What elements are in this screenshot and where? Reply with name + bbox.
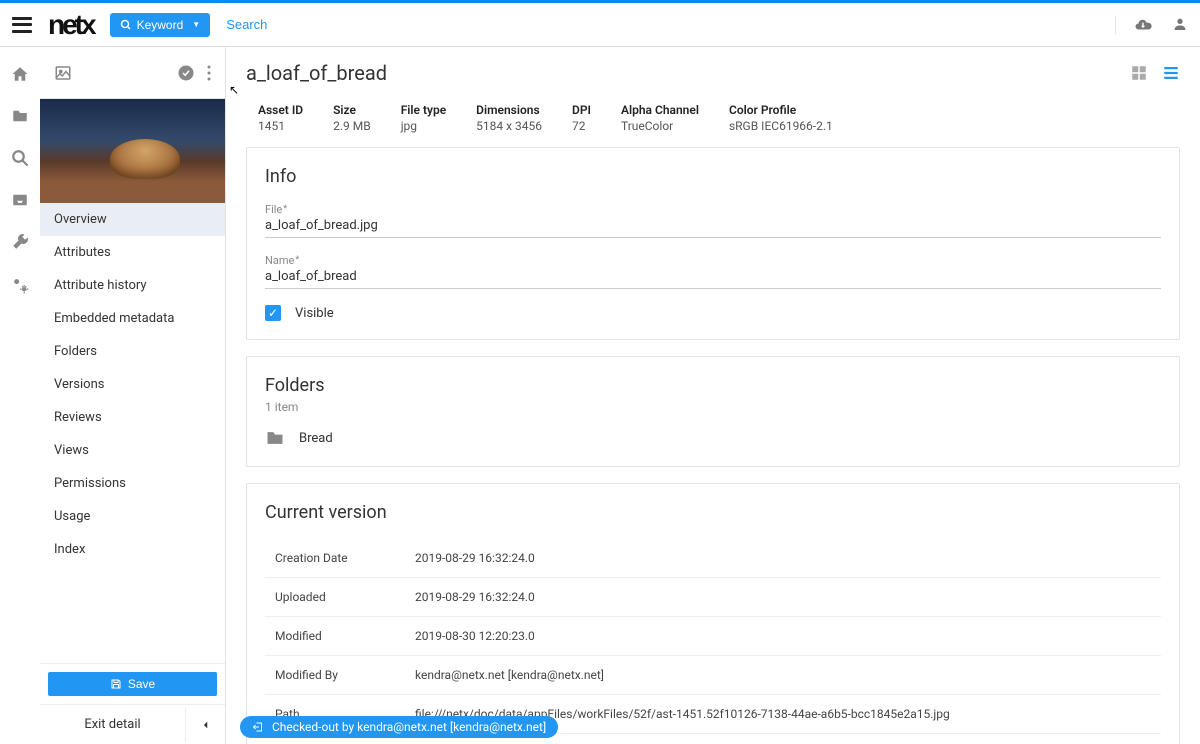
version-card: Current version Creation Date2019-08-29 …: [246, 483, 1180, 744]
info-card: Info File a_loaf_of_bread.jpg Name a_loa…: [246, 147, 1180, 340]
meta-file-type: File typejpg: [401, 103, 446, 133]
search-input[interactable]: [226, 17, 402, 32]
search-nav-icon[interactable]: [11, 149, 29, 167]
visible-checkbox[interactable]: ✓: [265, 305, 281, 321]
caret-down-icon: ▼: [192, 20, 200, 29]
table-row: Modified Bykendra@netx.net [kendra@netx.…: [265, 655, 1161, 694]
collapse-button[interactable]: [185, 708, 225, 742]
checkedout-text: Checked-out by kendra@netx.net [kendra@n…: [272, 720, 546, 734]
folder-icon[interactable]: [11, 107, 29, 125]
app-header: netx Keyword ▼: [0, 3, 1200, 47]
inbox-icon[interactable]: [11, 191, 29, 209]
nav-reviews[interactable]: Reviews: [40, 401, 225, 434]
folders-title: Folders: [265, 375, 1161, 396]
content: ↖ a_loaf_of_bread Asset ID1451 Size2.9 M…: [226, 47, 1200, 744]
cursor-icon: ↖: [229, 83, 239, 97]
nav-usage[interactable]: Usage: [40, 500, 225, 533]
keyword-label: Keyword: [137, 18, 184, 32]
file-label: File: [265, 203, 1161, 216]
image-icon[interactable]: [54, 64, 72, 82]
search-icon: [120, 19, 132, 31]
table-row: Uploaded2019-08-29 16:32:24.0: [265, 577, 1161, 616]
meta-asset-id: Asset ID1451: [258, 103, 303, 133]
asset-thumbnail[interactable]: [40, 99, 225, 203]
nav-overview[interactable]: Overview: [40, 203, 225, 236]
save-label: Save: [128, 677, 155, 691]
checkout-icon: [252, 721, 264, 733]
meta-dpi: DPI72: [572, 103, 591, 133]
icon-sidebar: [0, 47, 40, 744]
nav-embedded-metadata[interactable]: Embedded metadata: [40, 302, 225, 335]
name-value: a_loaf_of_bread: [265, 269, 1161, 289]
save-icon: [110, 678, 122, 690]
hamburger-icon: [12, 17, 32, 33]
folders-count: 1 item: [265, 400, 1161, 414]
asset-title: a_loaf_of_bread: [246, 61, 387, 85]
version-title: Current version: [265, 502, 1161, 523]
grid-view-icon[interactable]: [1130, 64, 1148, 82]
meta-dimensions: Dimensions5184 x 3456: [476, 103, 542, 133]
save-button[interactable]: Save: [48, 672, 217, 696]
name-label: Name: [265, 254, 1161, 267]
exit-detail-button[interactable]: Exit detail: [40, 705, 185, 744]
visible-label: Visible: [295, 306, 334, 321]
nav-folders[interactable]: Folders: [40, 335, 225, 368]
checked-out-pill: Checked-out by kendra@netx.net [kendra@n…: [240, 716, 558, 738]
folder-name: Bread: [299, 431, 333, 446]
list-view-icon[interactable]: [1162, 64, 1180, 82]
table-row: Modified2019-08-30 12:20:23.0: [265, 616, 1161, 655]
check-circle-icon[interactable]: [177, 64, 195, 82]
folder-row[interactable]: Bread: [265, 428, 1161, 448]
nav-views[interactable]: Views: [40, 434, 225, 467]
meta-profile: Color ProfilesRGB IEC61966-2.1: [729, 103, 833, 133]
name-field[interactable]: Name a_loaf_of_bread: [265, 254, 1161, 289]
nav-versions[interactable]: Versions: [40, 368, 225, 401]
nav-permissions[interactable]: Permissions: [40, 467, 225, 500]
version-table: Creation Date2019-08-29 16:32:24.0 Uploa…: [265, 539, 1161, 744]
nav-attribute-history[interactable]: Attribute history: [40, 269, 225, 302]
home-icon[interactable]: [11, 65, 29, 83]
file-field[interactable]: File a_loaf_of_bread.jpg: [265, 203, 1161, 238]
logo[interactable]: netx: [48, 9, 94, 41]
panel-top: [40, 47, 225, 99]
nav-attributes[interactable]: Attributes: [40, 236, 225, 269]
exit-bar: Exit detail: [40, 704, 225, 744]
cloud-upload-icon[interactable]: [1134, 16, 1152, 34]
file-value: a_loaf_of_bread.jpg: [265, 218, 1161, 238]
meta-alpha: Alpha ChannelTrueColor: [621, 103, 699, 133]
nav-index[interactable]: Index: [40, 533, 225, 566]
gears-icon[interactable]: [10, 275, 30, 295]
wrench-icon[interactable]: [11, 233, 29, 251]
table-row: Creation Date2019-08-29 16:32:24.0: [265, 539, 1161, 577]
main-wrap: Overview Attributes Attribute history Em…: [0, 47, 1200, 744]
meta-row: Asset ID1451 Size2.9 MB File typejpg Dim…: [246, 93, 1180, 147]
folders-card: Folders 1 item Bread: [246, 356, 1180, 467]
title-bar: a_loaf_of_bread: [246, 61, 1180, 85]
panel-bottom: Save: [40, 663, 225, 704]
side-panel: Overview Attributes Attribute history Em…: [40, 47, 226, 744]
folder-item-icon: [265, 428, 285, 448]
chevron-left-icon: [201, 720, 211, 730]
meta-size: Size2.9 MB: [333, 103, 371, 133]
visible-row: ✓ Visible: [265, 305, 1161, 321]
menu-toggle[interactable]: [12, 17, 32, 33]
more-vertical-icon[interactable]: [207, 65, 211, 81]
info-title: Info: [265, 166, 1161, 187]
header-right: [1115, 16, 1188, 34]
user-icon[interactable]: [1172, 16, 1188, 34]
nav-list: Overview Attributes Attribute history Em…: [40, 203, 225, 663]
keyword-button[interactable]: Keyword ▼: [110, 13, 211, 37]
